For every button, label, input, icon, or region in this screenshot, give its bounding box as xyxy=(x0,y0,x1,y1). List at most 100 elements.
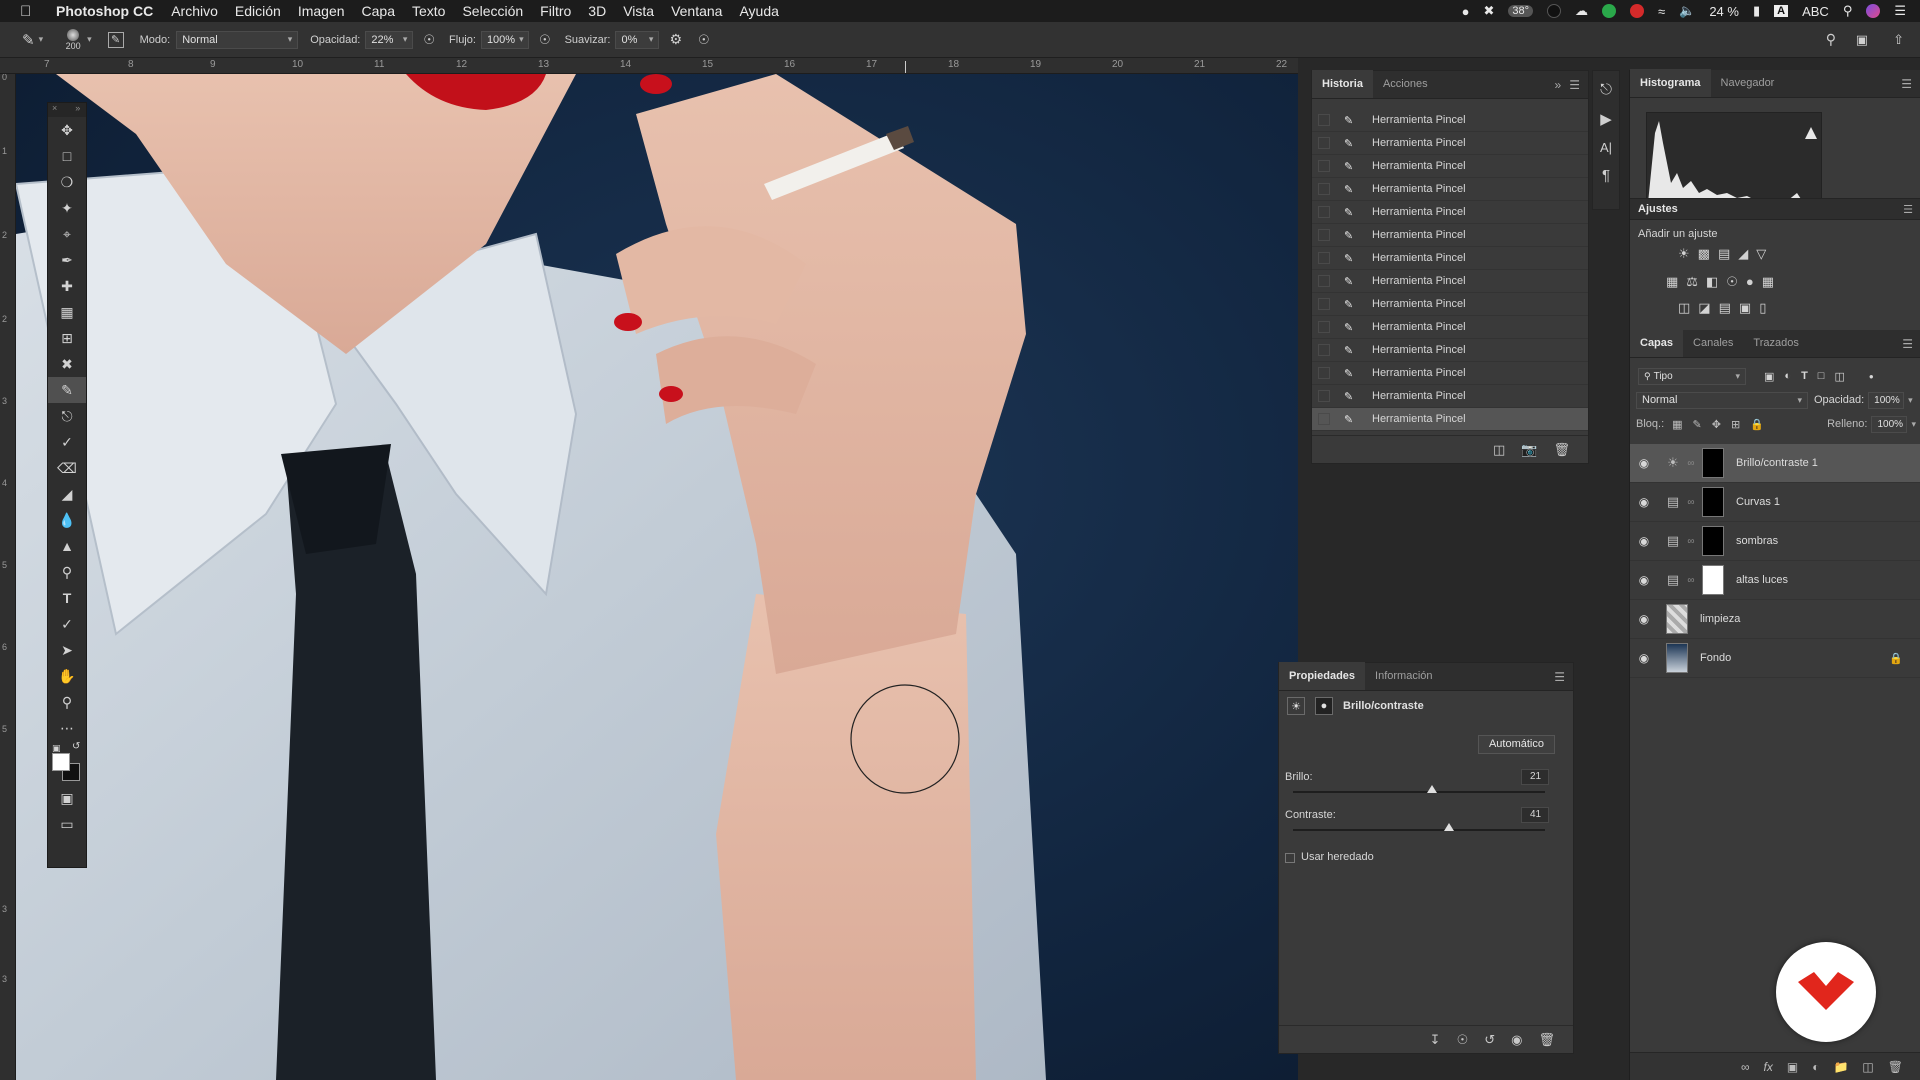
chevron-down-icon[interactable]: ▾ xyxy=(1911,419,1916,430)
app-name[interactable]: Photoshop CC xyxy=(56,3,153,19)
opacity-field[interactable]: 22% ▾ xyxy=(365,30,414,49)
lock-all-icon[interactable]: 🔒 xyxy=(1750,418,1764,431)
magic-wand-tool-icon[interactable]: ✦ xyxy=(48,195,86,221)
brush-panel-icon[interactable]: ✎ xyxy=(107,31,124,48)
snapshot-checkbox[interactable] xyxy=(1318,252,1330,264)
history-item-selected[interactable]: ✎ Herramienta Pincel xyxy=(1312,408,1588,431)
photo-filter-icon[interactable]: ☉ xyxy=(1726,274,1738,290)
zoom-tool-icon[interactable]: ⚲ xyxy=(48,689,86,715)
brush-tool-icon[interactable]: ✎ xyxy=(48,377,86,403)
visibility-eye-icon[interactable]: ◉ xyxy=(1630,612,1658,626)
layer-row[interactable]: ◉ ☀ ∞ Brillo/contraste 1 xyxy=(1630,444,1920,483)
brightness-contrast-icon[interactable]: ☀ xyxy=(1678,246,1690,262)
layer-mask-thumbnail[interactable] xyxy=(1702,448,1724,478)
gradient-tool-icon[interactable]: ◢ xyxy=(48,481,86,507)
horizontal-ruler[interactable]: 7 8 9 10 11 12 13 14 15 16 17 18 19 20 2… xyxy=(0,58,1298,74)
paragraph-panel-icon[interactable]: ¶ xyxy=(1602,167,1610,184)
document-canvas[interactable] xyxy=(16,74,1298,1080)
mask-icon[interactable]: ● xyxy=(1315,697,1333,715)
path-selection-tool-icon[interactable]: ➤ xyxy=(48,637,86,663)
actions-play-icon[interactable]: ▶ xyxy=(1600,110,1612,128)
quick-mask-icon[interactable]: ▣ xyxy=(48,785,86,811)
eyedropper-tool-icon[interactable]: ✒ xyxy=(48,247,86,273)
blend-mode-select[interactable]: Normal ▾ xyxy=(1636,391,1808,409)
red-app-icon[interactable] xyxy=(1630,4,1644,18)
menu-texto[interactable]: Texto xyxy=(412,3,445,19)
layer-thumbnail[interactable] xyxy=(1666,643,1688,673)
search-icon[interactable]: ⚲ xyxy=(1826,31,1836,48)
gear-icon[interactable]: ⚙ xyxy=(669,31,682,48)
input-source-icon[interactable]: A xyxy=(1774,5,1789,17)
clip-to-layer-icon[interactable]: ↧ xyxy=(1430,1032,1441,1048)
history-item[interactable]: ✎ Herramienta Pincel xyxy=(1312,178,1588,201)
screen-mode-icon[interactable]: ▭ xyxy=(48,811,86,837)
trash-icon[interactable]: 🗑 xyxy=(1888,1060,1903,1074)
history-brush-tool-icon[interactable]: ✓ xyxy=(48,429,86,455)
new-adjustment-layer-icon[interactable]: ◐ xyxy=(1812,1060,1819,1074)
snapshot-checkbox[interactable] xyxy=(1318,344,1330,356)
tools-icon[interactable]: ✖ xyxy=(1483,3,1494,19)
visibility-eye-icon[interactable]: ◉ xyxy=(1511,1032,1522,1048)
adjustments-header[interactable]: Ajustes ☰ xyxy=(1630,198,1920,220)
layer-row[interactable]: ◉ ▤ ∞ sombras xyxy=(1630,522,1920,561)
layer-row[interactable]: ◉ ▤ ∞ altas luces xyxy=(1630,561,1920,600)
layer-mask-thumbnail[interactable] xyxy=(1702,487,1724,517)
panel-menu-icon[interactable]: ☰ xyxy=(1554,670,1565,684)
link-chain-icon[interactable]: ∞ xyxy=(1684,497,1698,508)
menu-ventana[interactable]: Ventana xyxy=(671,3,722,19)
snapshot-checkbox[interactable] xyxy=(1318,367,1330,379)
tab-histograma[interactable]: Histograma xyxy=(1630,69,1711,97)
history-item[interactable]: ✎ Herramienta Pincel xyxy=(1312,293,1588,316)
input-source-label[interactable]: ABC xyxy=(1802,4,1829,19)
history-item[interactable]: ✎ Herramienta Pincel xyxy=(1312,385,1588,408)
tab-propiedades[interactable]: Propiedades xyxy=(1279,662,1366,690)
pen-tool-icon[interactable]: ✓ xyxy=(48,611,86,637)
history-item[interactable]: ✎ Herramienta Pincel xyxy=(1312,109,1588,132)
link-chain-icon[interactable]: ∞ xyxy=(1684,536,1698,547)
character-panel-icon[interactable]: A| xyxy=(1600,140,1612,155)
new-layer-icon[interactable]: ◫ xyxy=(1862,1060,1873,1074)
filter-shape-icon[interactable]: □ xyxy=(1818,370,1825,382)
eraser-tool-icon[interactable]: ⌫ xyxy=(48,455,86,481)
visibility-eye-icon[interactable]: ◉ xyxy=(1630,573,1658,587)
marquee-tool-icon[interactable]: □ xyxy=(48,143,86,169)
lock-transparent-icon[interactable]: ▦ xyxy=(1672,418,1682,431)
link-chain-icon[interactable]: ∞ xyxy=(1684,458,1698,469)
foreground-color-swatch[interactable] xyxy=(52,753,70,771)
invert-icon[interactable]: ◫ xyxy=(1678,300,1690,316)
menu-filtro[interactable]: Filtro xyxy=(540,3,571,19)
posterize-icon[interactable]: ◪ xyxy=(1698,300,1710,316)
add-mask-icon[interactable]: ▣ xyxy=(1787,1060,1798,1074)
tool-preset-chevron-icon[interactable]: ▾ xyxy=(39,34,44,45)
snapshot-checkbox[interactable] xyxy=(1318,321,1330,333)
snapshot-checkbox[interactable] xyxy=(1318,275,1330,287)
expand-icon[interactable]: » xyxy=(1555,78,1562,92)
menu-ayuda[interactable]: Ayuda xyxy=(739,3,778,19)
trash-icon[interactable]: 🗑 xyxy=(1553,442,1570,458)
panel-menu-icon[interactable]: ☰ xyxy=(1901,77,1912,91)
tab-informacion[interactable]: Información xyxy=(1365,662,1442,690)
history-item[interactable]: ✎ Herramienta Pincel xyxy=(1312,362,1588,385)
menu-3d[interactable]: 3D xyxy=(588,3,606,19)
cloud-icon[interactable]: ☁ xyxy=(1575,3,1588,19)
patch-tool-icon[interactable]: ▦ xyxy=(48,299,86,325)
airbrush-icon[interactable]: ☉ xyxy=(539,32,551,48)
vibrance-icon[interactable]: ▽ xyxy=(1756,246,1766,262)
menu-vista[interactable]: Vista xyxy=(623,3,654,19)
collapse-icon[interactable]: » xyxy=(75,103,80,113)
blur-tool-icon[interactable]: 💧 xyxy=(48,507,86,533)
contrast-slider-thumb[interactable] xyxy=(1444,823,1455,831)
history-item[interactable]: ✎ Herramienta Pincel xyxy=(1312,316,1588,339)
history-item[interactable]: ✎ Herramienta Pincel xyxy=(1312,155,1588,178)
snapshot-checkbox[interactable] xyxy=(1318,137,1330,149)
panel-menu-icon[interactable]: ☰ xyxy=(1902,337,1913,351)
gradient-map-icon[interactable]: ▯ xyxy=(1759,300,1766,316)
history-item[interactable]: ✎ Herramienta Pincel xyxy=(1312,247,1588,270)
contrast-slider[interactable] xyxy=(1293,823,1545,831)
pressure-opacity-icon[interactable]: ☉ xyxy=(423,32,435,48)
layer-filter-select[interactable]: ⚲ Tipo ▾ xyxy=(1638,367,1746,385)
apple-icon[interactable]:  xyxy=(20,3,42,20)
spotlight-icon[interactable]: ⚲ xyxy=(1843,3,1853,19)
smoothing-field[interactable]: 0% ▾ xyxy=(615,30,660,49)
snapshot-checkbox[interactable] xyxy=(1318,390,1330,402)
